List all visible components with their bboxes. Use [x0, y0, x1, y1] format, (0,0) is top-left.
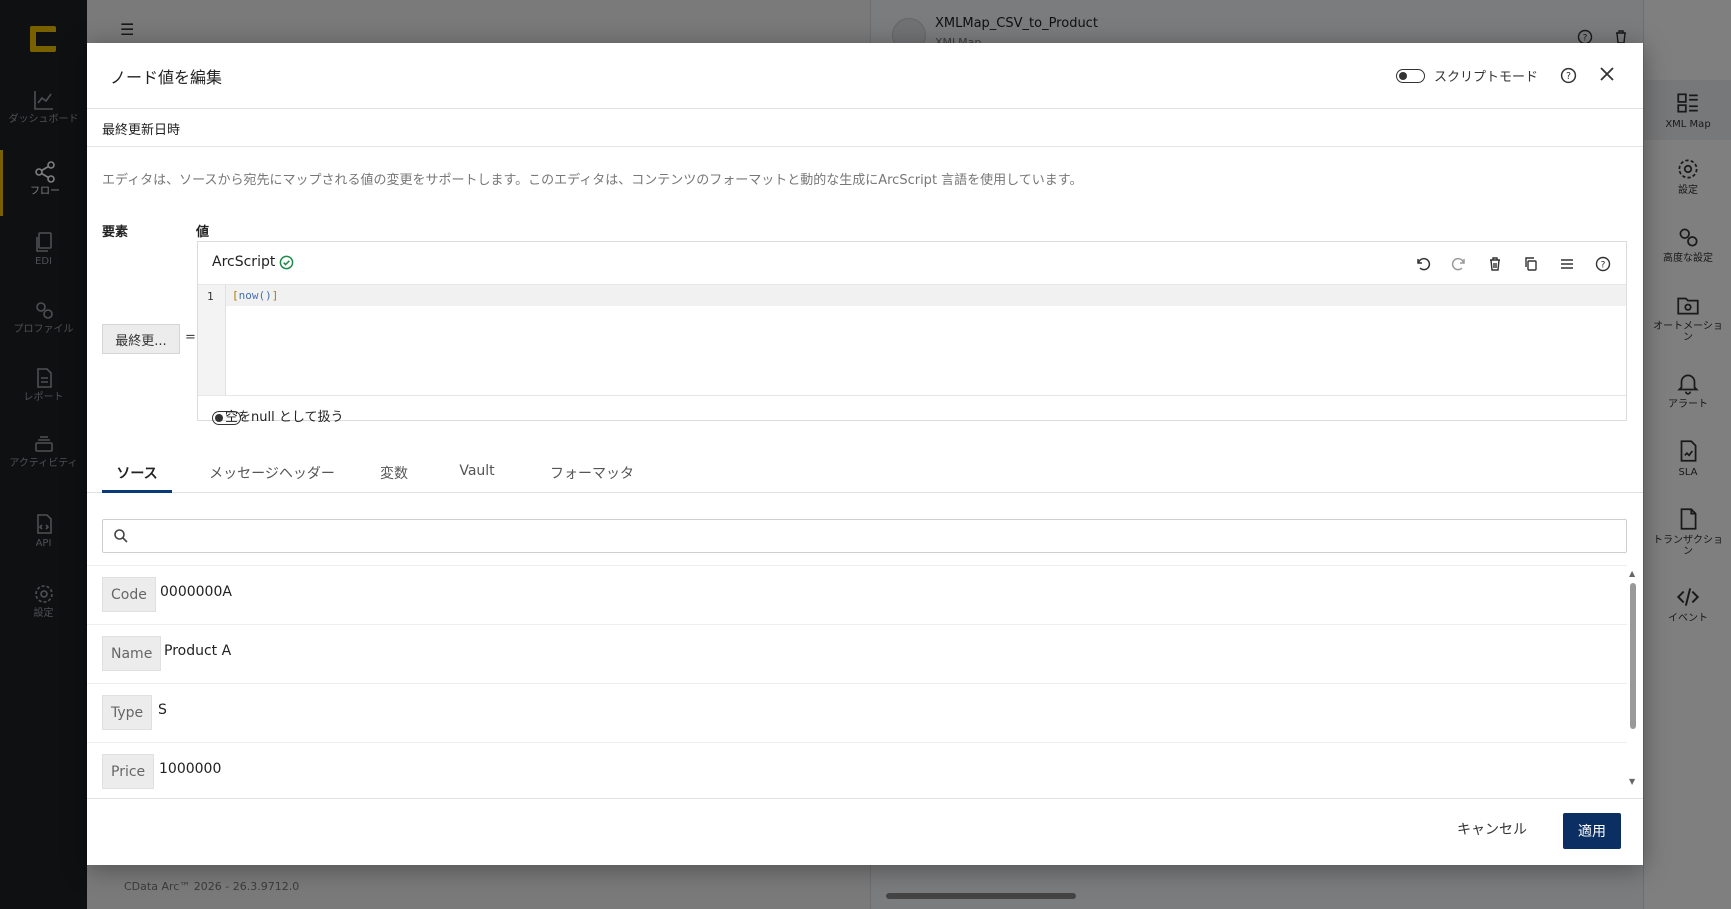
scroll-up-icon[interactable]: ▲	[1629, 569, 1635, 578]
code-bracket-open: [	[232, 289, 239, 302]
copy-icon[interactable]	[1521, 254, 1540, 273]
value-heading: 値	[196, 225, 210, 240]
format-lines-icon[interactable]	[1557, 254, 1576, 273]
dialog-title: ノード値を編集	[110, 68, 223, 87]
editor-footer	[198, 395, 1626, 421]
code-bracket-close: ]	[271, 289, 279, 302]
list-item[interactable]: Name Product A	[87, 625, 1627, 684]
script-mode-toggle[interactable]	[1396, 69, 1425, 83]
language-indicator: ArcScript	[212, 254, 294, 270]
field-key[interactable]: Price	[102, 754, 155, 789]
field-key[interactable]: Code	[102, 577, 156, 612]
script-mode-label: スクリプトモード	[1434, 70, 1539, 85]
dialog-footer: キャンセル 適用	[87, 798, 1643, 865]
search-icon	[114, 529, 128, 543]
equals-sign: =	[185, 330, 196, 345]
vertical-scrollbar[interactable]: ▲ ▼	[1627, 569, 1639, 793]
list-item[interactable]: Price 1000000	[87, 743, 1627, 795]
editor-tools: ?	[1413, 254, 1612, 273]
help-icon[interactable]: ?	[1560, 67, 1577, 88]
element-heading: 要素	[102, 225, 129, 240]
source-search	[102, 519, 1627, 553]
field-value: 0000000A	[160, 584, 232, 600]
language-label: ArcScript	[212, 254, 276, 270]
scrollbar-thumb[interactable]	[1630, 583, 1636, 729]
code-function: now()	[238, 289, 272, 302]
tab-message-header[interactable]: メッセージヘッダー	[197, 453, 347, 493]
help-icon[interactable]: ?	[1593, 254, 1612, 273]
editor-description: エディタは、ソースから宛先にマップされる値の変更をサポートします。このエディタは…	[102, 173, 1083, 188]
apply-button[interactable]: 適用	[1563, 813, 1621, 849]
line-gutter: 1	[198, 285, 226, 395]
node-name: 最終更新日時	[102, 123, 181, 138]
line-number: 1	[207, 290, 214, 303]
code-text[interactable]: [now()]	[232, 289, 278, 302]
edit-node-value-dialog: ノード値を編集 スクリプトモード ? 最終更新日時 エディタは、ソースから宛先に…	[87, 43, 1643, 865]
close-icon[interactable]	[1597, 64, 1617, 88]
undo-icon[interactable]	[1413, 254, 1432, 273]
search-input[interactable]	[137, 524, 1617, 548]
null-empty-label: 空をnull として扱う	[225, 410, 344, 425]
list-item[interactable]: Code 0000000A	[87, 566, 1627, 625]
editor-toolbar: ArcScript ?	[198, 242, 1626, 285]
field-value: Product A	[164, 643, 232, 659]
list-item[interactable]: Type S	[87, 684, 1627, 743]
tab-source[interactable]: ソース	[102, 453, 172, 493]
svg-text:?: ?	[1600, 260, 1605, 270]
field-key[interactable]: Type	[102, 695, 153, 730]
arcscript-editor: ArcScript ? 1 [now()]	[197, 241, 1627, 421]
tab-formatter[interactable]: フォーマッタ	[542, 453, 642, 493]
tab-variables[interactable]: 変数	[369, 453, 419, 493]
source-field-list: Code 0000000A Name Product A Type S Pric…	[87, 565, 1627, 795]
dialog-header: ノード値を編集 スクリプトモード ?	[87, 43, 1643, 109]
check-circle-icon	[279, 255, 294, 269]
tab-vault[interactable]: Vault	[452, 453, 502, 493]
code-editor-line[interactable]: [now()]	[226, 285, 1626, 306]
divider	[87, 146, 1643, 147]
element-button[interactable]: 最終更...	[102, 324, 180, 354]
redo-icon[interactable]	[1449, 254, 1468, 273]
field-key[interactable]: Name	[102, 636, 162, 671]
scroll-down-icon[interactable]: ▼	[1629, 777, 1635, 786]
cancel-button[interactable]: キャンセル	[1457, 819, 1527, 839]
field-value: S	[158, 702, 167, 718]
source-tabs: ソース メッセージヘッダー 変数 Vault フォーマッタ	[87, 453, 1643, 493]
svg-text:?: ?	[1566, 71, 1571, 82]
field-value: 1000000	[159, 761, 222, 777]
trash-icon[interactable]	[1485, 254, 1504, 273]
